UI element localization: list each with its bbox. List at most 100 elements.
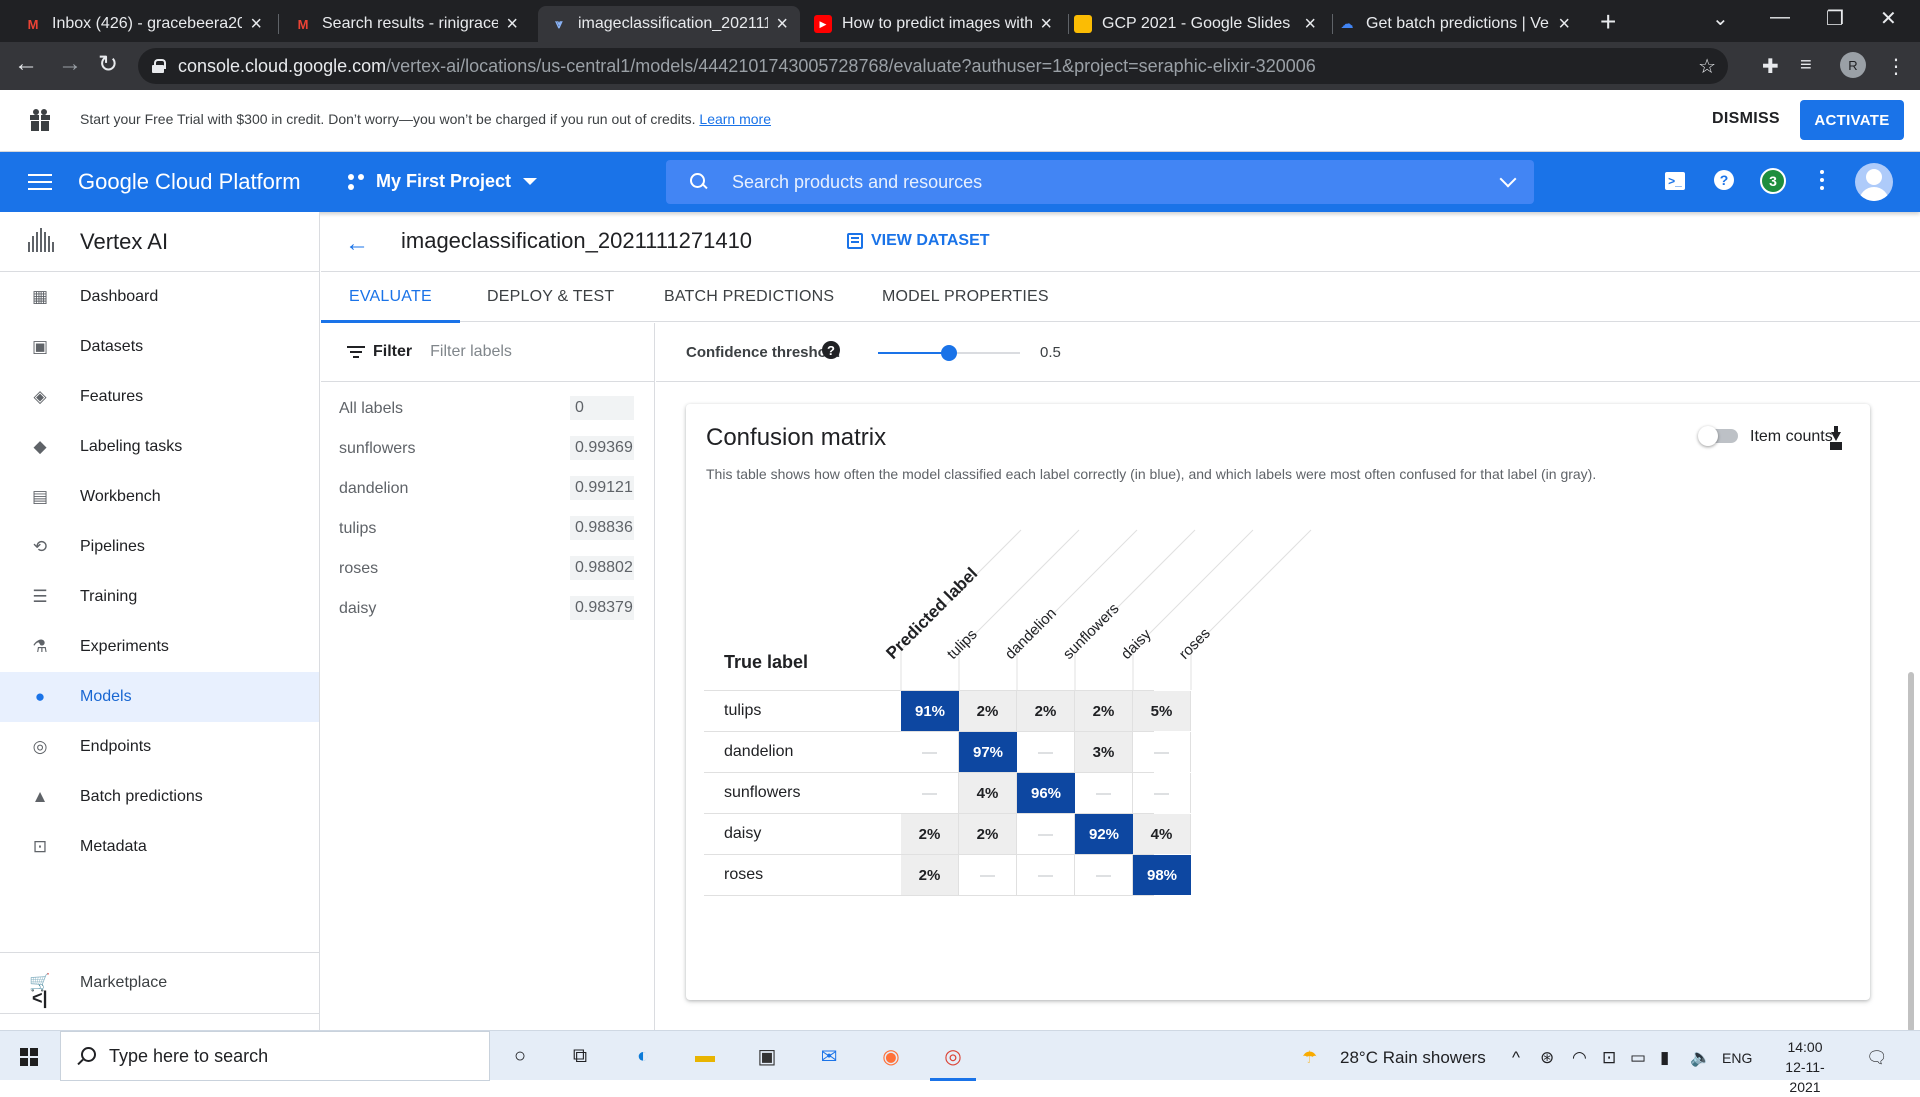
- view-dataset-button[interactable]: VIEW DATASET: [847, 232, 990, 250]
- browser-tab-gmail-inbox[interactable]: M Inbox (426) - gracebeera20 ×: [12, 6, 274, 42]
- label-filter-row[interactable]: daisy 0.98379: [321, 588, 654, 628]
- matrix-cell[interactable]: —: [959, 855, 1017, 895]
- matrix-cell[interactable]: 2%: [901, 814, 959, 854]
- forward-icon[interactable]: →: [58, 50, 82, 78]
- matrix-cell[interactable]: —: [1017, 855, 1075, 895]
- dismiss-button[interactable]: DISMISS: [1712, 110, 1780, 128]
- close-window-icon[interactable]: ✕: [1880, 6, 1897, 31]
- tray-chevron-icon[interactable]: ^: [1512, 1048, 1520, 1068]
- weather-text[interactable]: 28°C Rain showers: [1340, 1048, 1486, 1068]
- file-explorer-icon[interactable]: ▬: [690, 1041, 720, 1071]
- notifications-badge[interactable]: 3: [1760, 168, 1786, 194]
- address-bar[interactable]: console.cloud.google.com/vertex-ai/locat…: [138, 48, 1728, 84]
- windows-start-icon[interactable]: [20, 1048, 38, 1066]
- matrix-cell[interactable]: 2%: [959, 691, 1017, 731]
- media-queue-icon[interactable]: ≡: [1800, 54, 1812, 77]
- matrix-cell[interactable]: —: [1075, 773, 1133, 813]
- sidebar-item-experiments[interactable]: ⚗ Experiments: [0, 622, 319, 672]
- label-filter-row[interactable]: roses 0.98802: [321, 548, 654, 588]
- project-selector[interactable]: My First Project: [348, 171, 538, 192]
- clock[interactable]: 14:00 12-11-2021: [1770, 1037, 1840, 1097]
- browser-menu-icon[interactable]: ⋮: [1886, 54, 1906, 79]
- chevron-down-icon[interactable]: [1499, 170, 1517, 188]
- browser-profile-avatar[interactable]: R: [1840, 52, 1866, 78]
- extensions-icon[interactable]: ✚: [1762, 54, 1779, 79]
- label-filter-row[interactable]: All labels 0: [321, 388, 654, 428]
- browser-tab-gmail-search[interactable]: M Search results - rinigracebe ×: [282, 6, 530, 42]
- minimize-icon[interactable]: —: [1770, 6, 1790, 29]
- sidebar-item-marketplace[interactable]: 🛒 Marketplace: [0, 953, 319, 1013]
- browser-tab-slides[interactable]: GCP 2021 - Google Slides ×: [1062, 6, 1328, 42]
- close-icon[interactable]: ×: [1040, 13, 1052, 36]
- task-view-icon[interactable]: ⧉: [565, 1041, 595, 1071]
- mail-icon[interactable]: ✉: [814, 1041, 844, 1071]
- sidebar-item-labeling-tasks[interactable]: ◆ Labeling tasks: [0, 422, 319, 472]
- help-icon[interactable]: ?: [1714, 170, 1734, 190]
- collapse-sidebar-button[interactable]: <|: [32, 988, 48, 1009]
- matrix-cell[interactable]: 92%: [1075, 814, 1133, 854]
- browser-tab-cloud-docs[interactable]: ☁ Get batch predictions | Ve ×: [1326, 6, 1582, 42]
- label-filter-row[interactable]: sunflowers 0.99369: [321, 428, 654, 468]
- sidebar-item-models[interactable]: ● Models: [0, 672, 319, 722]
- gcp-brand[interactable]: Google Cloud Platform: [78, 169, 301, 195]
- browser-tab-youtube[interactable]: ▶ How to predict images with ×: [802, 6, 1064, 42]
- sidebar-item-endpoints[interactable]: ◎ Endpoints: [0, 722, 319, 772]
- taskbar-search-box[interactable]: Type here to search: [60, 1031, 490, 1081]
- page-scrollbar[interactable]: [1908, 672, 1914, 1032]
- cloud-shell-icon[interactable]: >_: [1665, 172, 1685, 190]
- battery-icon[interactable]: ▮: [1660, 1048, 1669, 1068]
- close-icon[interactable]: ×: [1558, 13, 1570, 36]
- matrix-cell[interactable]: —: [1017, 814, 1075, 854]
- slider-thumb[interactable]: [941, 345, 957, 361]
- browser-tab-vertex[interactable]: ⩔ imageclassification_202111 ×: [538, 6, 800, 42]
- more-options-icon[interactable]: [1820, 170, 1824, 190]
- matrix-cell[interactable]: 97%: [959, 732, 1017, 772]
- chrome-icon[interactable]: ◎: [930, 1041, 976, 1081]
- sidebar-item-metadata[interactable]: ⊡ Metadata: [0, 822, 319, 872]
- matrix-cell[interactable]: —: [1017, 732, 1075, 772]
- store-icon[interactable]: ▣: [752, 1041, 782, 1071]
- sidebar-item-training[interactable]: ☰ Training: [0, 572, 319, 622]
- matrix-cell[interactable]: 4%: [959, 773, 1017, 813]
- wifi-icon[interactable]: ◠: [1572, 1048, 1587, 1068]
- matrix-cell[interactable]: 2%: [1017, 691, 1075, 731]
- firefox-icon[interactable]: ◉: [876, 1041, 906, 1071]
- volume-mute-icon[interactable]: 🔈: [1690, 1048, 1711, 1068]
- matrix-cell[interactable]: 96%: [1017, 773, 1075, 813]
- matrix-cell[interactable]: —: [901, 773, 959, 813]
- account-avatar[interactable]: [1855, 163, 1893, 201]
- display-icon[interactable]: ▭: [1630, 1048, 1646, 1068]
- close-icon[interactable]: ×: [776, 13, 788, 36]
- back-arrow-icon[interactable]: ←: [345, 230, 369, 258]
- close-icon[interactable]: ×: [250, 13, 262, 36]
- matrix-cell[interactable]: 4%: [1133, 814, 1191, 854]
- reload-icon[interactable]: ↻: [98, 50, 118, 79]
- label-filter-row[interactable]: tulips 0.98836: [321, 508, 654, 548]
- matrix-cell[interactable]: —: [1133, 773, 1191, 813]
- sidebar-item-batch-predictions[interactable]: ▲ Batch predictions: [0, 772, 319, 822]
- filter-labels-input[interactable]: Filter labels: [430, 343, 512, 361]
- sidebar-item-workbench[interactable]: ▤ Workbench: [0, 472, 319, 522]
- tab-search-icon[interactable]: ⌄: [1712, 6, 1729, 31]
- sidebar-item-dashboard[interactable]: ▦ Dashboard: [0, 272, 319, 322]
- matrix-cell[interactable]: 98%: [1133, 855, 1191, 895]
- bookmark-star-icon[interactable]: ☆: [1698, 54, 1716, 79]
- meet-icon[interactable]: ⊡: [1602, 1048, 1616, 1068]
- network-icon[interactable]: ⊛: [1540, 1048, 1554, 1068]
- new-tab-button[interactable]: +: [1600, 6, 1616, 38]
- sidebar-item-pipelines[interactable]: ⟲ Pipelines: [0, 522, 319, 572]
- close-icon[interactable]: ×: [1304, 13, 1316, 36]
- matrix-cell[interactable]: 2%: [901, 855, 959, 895]
- tab-batch-predictions[interactable]: BATCH PREDICTIONS: [664, 272, 834, 322]
- activate-button[interactable]: ACTIVATE: [1800, 100, 1904, 140]
- back-icon[interactable]: ←: [14, 50, 38, 78]
- tab-deploy-test[interactable]: DEPLOY & TEST: [487, 272, 614, 322]
- notification-center-icon[interactable]: 🗨: [1866, 1048, 1888, 1068]
- tab-model-properties[interactable]: MODEL PROPERTIES: [882, 272, 1049, 322]
- threshold-slider[interactable]: [878, 345, 1020, 361]
- cortana-icon[interactable]: ○: [505, 1041, 535, 1071]
- matrix-cell[interactable]: —: [1075, 855, 1133, 895]
- search-bar[interactable]: Search products and resources: [666, 160, 1534, 204]
- edge-icon[interactable]: ◐: [628, 1041, 658, 1071]
- help-icon[interactable]: ?: [822, 341, 840, 359]
